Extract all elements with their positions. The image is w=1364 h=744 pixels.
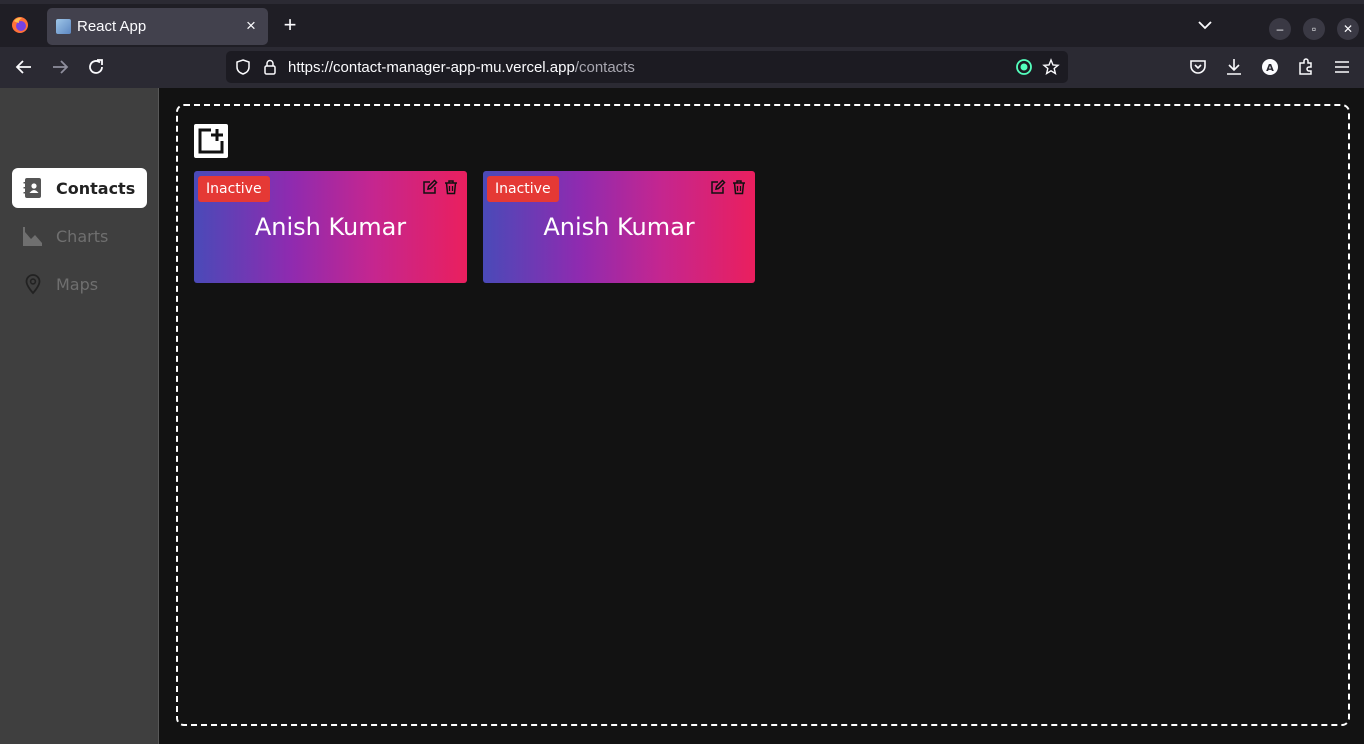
restore-window-button[interactable]: ▫ <box>1303 18 1325 40</box>
sidebar-item-contacts[interactable]: Contacts <box>12 168 147 208</box>
lock-icon[interactable] <box>261 58 279 76</box>
sidebar: Contacts Charts Maps <box>0 88 159 744</box>
contact-name: Anish Kumar <box>254 213 407 241</box>
url-path: /contacts <box>574 59 635 76</box>
forward-arrow-icon[interactable] <box>49 56 71 78</box>
sidebar-item-maps[interactable]: Maps <box>12 264 147 304</box>
close-window-button[interactable]: ✕ <box>1337 18 1359 40</box>
browser-tab-react-app[interactable]: React App × <box>47 8 268 45</box>
list-all-tabs-icon[interactable] <box>1196 18 1214 32</box>
tab-title: React App <box>77 18 147 35</box>
edit-icon[interactable] <box>422 179 438 195</box>
sidebar-item-charts[interactable]: Charts <box>12 216 147 256</box>
minimize-window-button[interactable]: – <box>1269 18 1291 40</box>
sidebar-item-label: Charts <box>56 227 109 246</box>
browser-tab-strip: React App × + – ▫ ✕ <box>0 0 1364 47</box>
trash-icon[interactable] <box>443 179 459 195</box>
add-contact-button[interactable] <box>194 124 228 158</box>
url-text: https://contact-manager-app-mu.vercel.ap… <box>288 59 635 76</box>
contact-name: Anish Kumar <box>543 213 695 241</box>
edit-icon[interactable] <box>710 179 726 195</box>
close-tab-icon[interactable]: × <box>242 17 260 35</box>
trash-icon[interactable] <box>731 179 747 195</box>
web-page: Contacts Charts Maps Inactive Anish Kuma… <box>0 88 1364 744</box>
new-tab-button[interactable]: + <box>279 14 301 37</box>
contacts-container: Inactive Anish Kumar Inactive Anish Kuma… <box>176 104 1350 726</box>
contact-card[interactable]: Inactive Anish Kumar <box>194 171 467 283</box>
reload-icon[interactable] <box>85 56 107 78</box>
contacts-book-icon <box>23 178 41 198</box>
firefox-logo-icon[interactable] <box>11 16 29 34</box>
url-origin: https://contact-manager-app-mu.vercel.ap… <box>288 59 575 76</box>
status-badge: Inactive <box>198 176 270 202</box>
pocket-icon[interactable] <box>1187 56 1209 78</box>
shield-icon[interactable] <box>234 58 252 76</box>
extensions-puzzle-icon[interactable] <box>1295 56 1317 78</box>
add-contact-icon <box>198 128 224 154</box>
account-avatar-icon[interactable]: A <box>1259 56 1281 78</box>
address-bar[interactable]: https://contact-manager-app-mu.vercel.ap… <box>226 51 1068 83</box>
hamburger-menu-icon[interactable] <box>1331 56 1353 78</box>
status-badge: Inactive <box>487 176 559 202</box>
sidebar-item-label: Contacts <box>56 179 136 198</box>
extension-status-icon[interactable] <box>1015 58 1033 76</box>
sidebar-item-label: Maps <box>56 275 99 294</box>
map-pin-icon <box>25 274 41 295</box>
chart-icon <box>23 227 42 246</box>
svg-text:A: A <box>1266 63 1274 74</box>
browser-navigation-bar: https://contact-manager-app-mu.vercel.ap… <box>0 47 1364 88</box>
back-arrow-icon[interactable] <box>13 56 35 78</box>
tab-favicon-icon <box>56 19 71 34</box>
bookmark-star-icon[interactable] <box>1042 58 1060 76</box>
contact-card[interactable]: Inactive Anish Kumar <box>483 171 755 283</box>
downloads-icon[interactable] <box>1223 56 1245 78</box>
